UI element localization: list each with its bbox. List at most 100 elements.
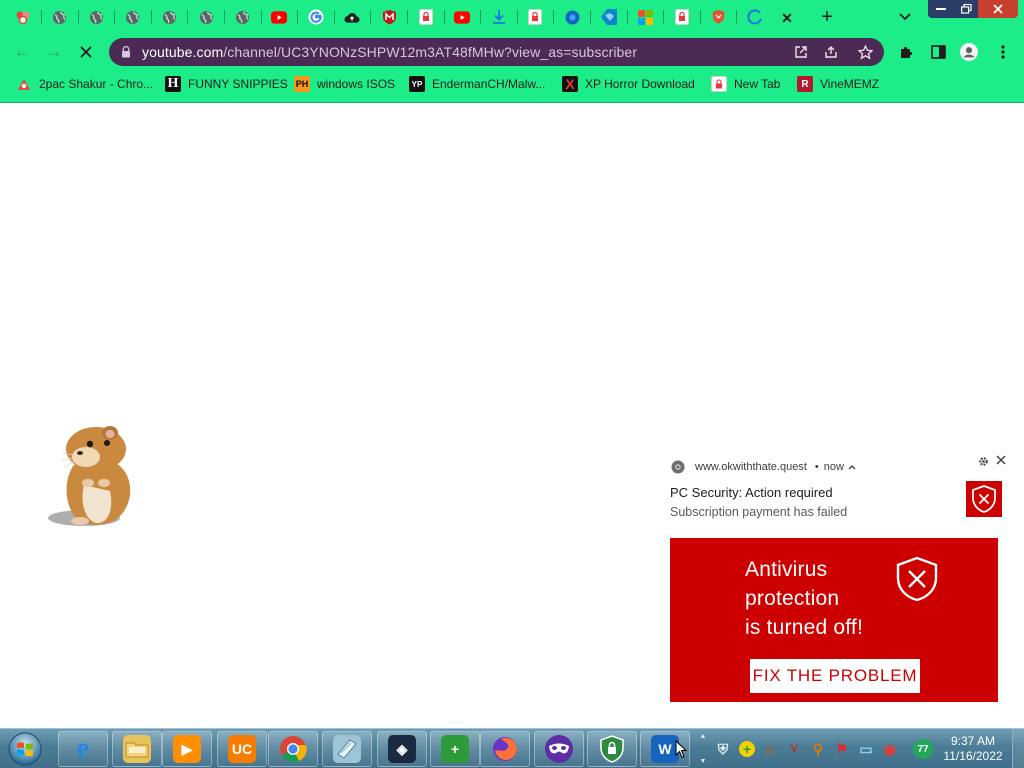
youtube-icon	[271, 9, 288, 25]
people-red-icon	[15, 9, 31, 25]
browser-tab[interactable]	[6, 3, 40, 31]
bookmark-item[interactable]: H FUNNY SNIPPIES	[165, 75, 288, 93]
browser-tab[interactable]	[116, 3, 150, 31]
browser-window: ✕ + ← → youtube.com/channel/UC3YNONzSHPW…	[0, 0, 1024, 103]
notification-image[interactable]: Antivirus protection is turned off! FIX …	[670, 538, 998, 702]
bookmark-ph-icon: PH	[294, 76, 310, 92]
forward-button[interactable]: →	[42, 40, 66, 64]
back-arrow-icon: ←	[13, 42, 31, 61]
uc-browser-icon: UC	[228, 735, 256, 763]
menu-button[interactable]	[994, 43, 1012, 61]
taskbar-media-player[interactable]: ▶	[162, 731, 212, 767]
restore-button[interactable]	[954, 0, 978, 18]
tray-scroll[interactable]: ▲ ▼	[697, 733, 709, 765]
minimize-button[interactable]	[928, 0, 954, 18]
notification-body: Subscription payment has failed	[670, 505, 848, 519]
url-path: /channel/UC3YNONzSHPW12m3AT48fMHw?view_a…	[223, 44, 638, 60]
bookmark-item[interactable]: 2pac Shakur - Chro...	[16, 75, 153, 93]
tray-device-icon[interactable]: ▦	[762, 741, 778, 757]
taskbar-firefox[interactable]	[480, 731, 530, 767]
tray-counter-icon[interactable]: 77	[913, 739, 933, 759]
browser-tab[interactable]	[701, 3, 735, 31]
lock-icon[interactable]	[121, 46, 131, 58]
active-tab[interactable]: ✕	[769, 2, 805, 34]
notification-settings-button[interactable]	[977, 455, 989, 467]
taskbar-chrome[interactable]	[268, 731, 318, 767]
browser-tab[interactable]	[482, 3, 516, 31]
bookmark-item[interactable]: New Tab	[711, 75, 780, 93]
forward-arrow-icon: →	[45, 42, 63, 61]
bookmark-star-button[interactable]	[857, 44, 873, 60]
youtube-icon	[454, 9, 471, 25]
browser-tab[interactable]	[335, 3, 369, 31]
bookmark-item[interactable]: YP EndermanCH/Malw...	[409, 75, 545, 93]
browser-tab[interactable]	[555, 3, 589, 31]
start-button[interactable]	[6, 731, 44, 767]
browser-tab[interactable]	[189, 3, 223, 31]
browser-tab[interactable]	[226, 3, 260, 31]
back-button[interactable]: ←	[10, 40, 34, 64]
tray-plus-icon[interactable]: +	[739, 741, 755, 757]
shield-lock-icon	[598, 735, 626, 763]
tray-up-arrow-icon[interactable]: ▲	[700, 733, 707, 740]
taskbar-3d-app[interactable]: ◈	[377, 731, 427, 767]
browser-tab[interactable]	[152, 3, 186, 31]
browser-tab[interactable]	[628, 3, 662, 31]
tray-flag-icon[interactable]: ⚑	[834, 741, 850, 757]
notification-close-button[interactable]	[994, 453, 1008, 467]
tray-search-icon[interactable]: ⚲	[810, 741, 826, 757]
browser-tab[interactable]	[262, 3, 296, 31]
taskbar-shield-app[interactable]	[587, 731, 637, 767]
browser-tab[interactable]	[445, 3, 479, 31]
bookmark-item[interactable]: PH windows ISOS	[294, 75, 395, 93]
browser-tab[interactable]	[299, 3, 333, 31]
gear-icon	[978, 456, 988, 466]
browser-tab[interactable]	[738, 3, 772, 31]
fix-the-problem-button[interactable]: FIX THE PROBLEM	[750, 659, 920, 693]
taskbar-plus-app[interactable]: +	[430, 731, 480, 767]
tab-close-icon[interactable]: ✕	[781, 10, 793, 27]
browser-tab[interactable]	[79, 3, 113, 31]
profile-button[interactable]	[960, 43, 978, 61]
tab-search-button[interactable]	[895, 8, 915, 26]
cube-icon: ◈	[388, 735, 416, 763]
new-tab-button[interactable]: +	[815, 5, 839, 29]
mouse-cursor-icon	[675, 740, 687, 759]
close-window-button[interactable]	[978, 0, 1018, 18]
tray-monitor-icon[interactable]: ▭	[858, 741, 874, 757]
address-bar[interactable]: youtube.com/channel/UC3YNONzSHPW12m3AT48…	[109, 38, 884, 66]
browser-tab[interactable]	[592, 3, 626, 31]
share-icon	[825, 46, 837, 58]
taskbar-uc-browser[interactable]: UC	[217, 731, 267, 767]
show-desktop-button[interactable]	[1012, 729, 1024, 768]
shield-x-icon	[896, 556, 938, 602]
tray-v-icon[interactable]: V	[786, 741, 802, 757]
bookmark-label: FUNNY SNIPPIES	[188, 77, 288, 91]
taskbar-clock[interactable]: 9:37 AM 11/16/2022	[939, 734, 1007, 764]
chevron-up-icon[interactable]	[847, 463, 857, 471]
taskbar-file-explorer[interactable]	[112, 731, 162, 767]
url-text[interactable]: youtube.com/channel/UC3YNONzSHPW12m3AT48…	[142, 44, 637, 60]
browser-tab[interactable]	[518, 3, 552, 31]
extensions-button[interactable]	[897, 43, 915, 61]
share-button[interactable]	[823, 44, 839, 60]
taskbar-notepad[interactable]	[322, 731, 372, 767]
side-panel-icon	[930, 45, 946, 59]
browser-tab[interactable]	[409, 3, 443, 31]
bookmark-label: windows ISOS	[317, 77, 396, 91]
bookmark-item[interactable]: R VineMEMZ	[797, 75, 879, 93]
browser-tab[interactable]	[372, 3, 406, 31]
tray-record-icon[interactable]: ◉	[882, 741, 898, 757]
taskbar-internet-explorer[interactable]: e	[58, 731, 108, 767]
browser-tab[interactable]	[665, 3, 699, 31]
open-in-app-button[interactable]	[793, 44, 809, 60]
stop-button[interactable]	[74, 40, 98, 64]
defender-shield-icon[interactable]: ⛨	[715, 741, 731, 757]
chevron-down-icon	[899, 13, 911, 21]
taskbar-mask-app[interactable]	[534, 731, 584, 767]
side-panel-button[interactable]	[929, 43, 947, 61]
notification-toast[interactable]: www.okwiththate.quest • now PC Security:…	[655, 450, 1017, 712]
browser-tab[interactable]	[43, 3, 77, 31]
tray-down-arrow-icon[interactable]: ▼	[700, 758, 707, 765]
bookmark-item[interactable]: X XP Horror Download	[562, 75, 695, 93]
